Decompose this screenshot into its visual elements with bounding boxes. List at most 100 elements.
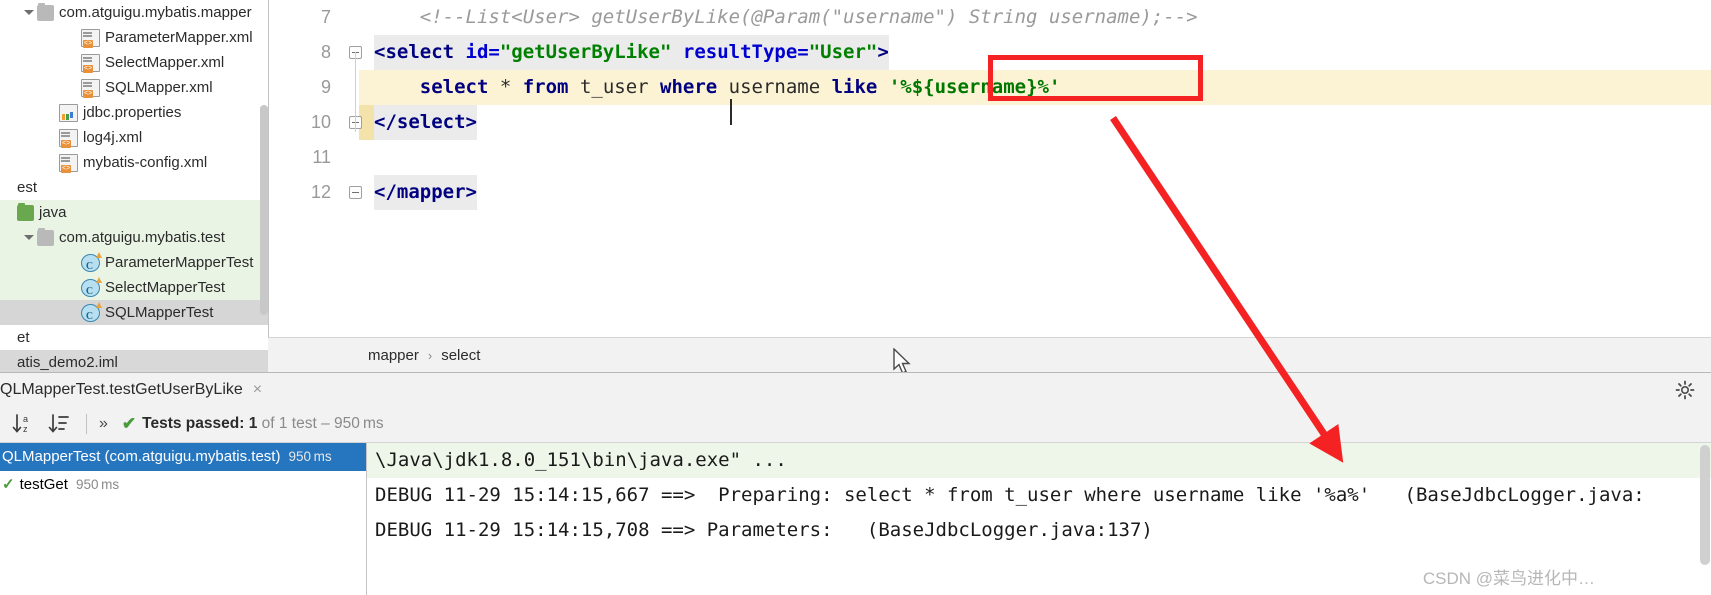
code-token: t_user	[579, 76, 661, 98]
tree-item-label: SQLMapper.xml	[105, 79, 213, 96]
svg-text:a: a	[23, 414, 28, 424]
tree-item-label: SQLMapperTest	[105, 304, 214, 321]
tree-item[interactable]: et	[0, 325, 268, 350]
code-token: select	[419, 76, 500, 98]
line-number: 11	[312, 147, 331, 167]
code-line[interactable]: 12 </mapper>	[269, 175, 1711, 210]
code-editor[interactable]: 7 <!--List<User> getUserByLike(@Param("u…	[268, 0, 1711, 337]
code-token: *	[499, 76, 523, 98]
cls-icon	[81, 276, 102, 304]
cls-icon	[81, 251, 102, 279]
line-number: 7	[320, 7, 331, 27]
tree-item-label: java	[39, 204, 67, 221]
console-line: \Java\jdk1.8.0_151\bin\java.exe" ...	[367, 443, 1711, 478]
breadcrumb-item-mapper[interactable]: mapper	[368, 347, 419, 364]
line-number: 12	[310, 182, 331, 202]
tree-item-label: ParameterMapperTest	[105, 254, 254, 271]
console-line: DEBUG 11-29 15:14:15,667 ==> Preparing: …	[375, 484, 1645, 506]
tree-item[interactable]: SQLMapperTest	[0, 300, 268, 329]
folder-green-icon	[17, 202, 34, 221]
xml-icon	[59, 153, 78, 173]
cls-icon	[81, 301, 102, 329]
svg-text:z: z	[23, 424, 28, 434]
code-text: select * from t_user where username like…	[374, 70, 1061, 105]
tree-item[interactable]: atis_demo2.iml	[0, 350, 268, 372]
console-scrollbar[interactable]	[1700, 445, 1710, 565]
folder-gray-icon	[37, 2, 54, 21]
tree-item[interactable]: jdbc.properties	[0, 100, 268, 125]
watermark: CSDN @菜鸟进化中…	[1422, 569, 1595, 588]
fold-track	[355, 52, 356, 132]
tree-item-label: com.atguigu.mybatis.mapper	[59, 4, 252, 21]
code-line[interactable]: 10 </select>	[269, 105, 1711, 140]
props-icon	[59, 103, 78, 122]
tree-item[interactable]: log4j.xml	[0, 125, 268, 150]
tree-item-label: log4j.xml	[83, 129, 143, 146]
tree-item-label: SelectMapperTest	[105, 279, 226, 296]
chevron-down-icon[interactable]	[22, 231, 35, 244]
project-tree[interactable]: com.atguigu.mybatis.mapper ParameterMappe…	[0, 0, 268, 372]
code-token: >	[877, 41, 889, 63]
tree-item-label: et	[17, 329, 30, 346]
xml-icon	[59, 128, 78, 148]
sort-by-duration-icon[interactable]	[46, 411, 72, 437]
xml-icon	[81, 28, 100, 48]
test-row-method[interactable]: ✓ testGet 950 ms	[0, 471, 366, 499]
code-line[interactable]: 11	[269, 140, 1711, 175]
breadcrumb[interactable]: mapper › select	[268, 337, 1711, 372]
expand-chevrons-icon[interactable]: »	[99, 415, 108, 433]
sort-alphabetical-icon[interactable]: a z	[10, 411, 36, 437]
tree-item-label: atis_demo2.iml	[17, 354, 118, 371]
tree-item[interactable]: com.atguigu.mybatis.mapper	[0, 0, 268, 25]
ide-window: com.atguigu.mybatis.mapper ParameterMappe…	[0, 0, 1711, 595]
code-token: </select>	[374, 111, 477, 133]
success-check-icon: ✔	[121, 414, 137, 433]
code-line[interactable]: 7 <!--List<User> getUserByLike(@Param("u…	[269, 0, 1711, 35]
chevron-down-icon[interactable]	[22, 6, 35, 19]
toolbar-divider	[86, 414, 87, 434]
code-line[interactable]: 9 select * from t_user where username li…	[269, 70, 1711, 105]
run-tab[interactable]: QLMapperTest.testGetUserByLike ×	[0, 373, 273, 409]
run-tab-label: QLMapperTest.testGetUserByLike	[0, 381, 243, 398]
test-row-suite[interactable]: QLMapperTest (com.atguigu.mybatis.test) …	[0, 443, 366, 471]
tree-item[interactable]: com.atguigu.mybatis.test	[0, 225, 268, 250]
close-icon[interactable]: ×	[253, 381, 262, 398]
tree-item[interactable]: ParameterMapperTest	[0, 250, 268, 279]
code-token: from	[522, 76, 580, 98]
tree-item-label: est	[17, 179, 38, 196]
tree-item[interactable]: est	[0, 175, 268, 200]
tree-item[interactable]: java	[0, 200, 268, 225]
tree-item[interactable]: ParameterMapper.xml	[0, 25, 268, 50]
code-text: <select id="getUserByLike" resultType="U…	[374, 35, 889, 70]
test-status-text: Tests passed: 1 of 1 test – 950 ms	[142, 415, 384, 433]
tree-item[interactable]: mybatis-config.xml	[0, 150, 268, 175]
breadcrumb-item-select[interactable]: select	[441, 347, 480, 364]
code-token: "User"	[808, 41, 878, 63]
line-number: 9	[320, 77, 331, 97]
test-results-tree[interactable]: QLMapperTest (com.atguigu.mybatis.test) …	[0, 443, 366, 595]
tree-item[interactable]: SQLMapper.xml	[0, 75, 268, 100]
tree-item[interactable]: SelectMapper.xml	[0, 50, 268, 75]
gear-icon[interactable]	[1675, 380, 1695, 400]
code-text: </mapper>	[374, 175, 477, 210]
code-token: id=	[465, 41, 500, 63]
project-tree-scrollbar[interactable]	[260, 105, 268, 315]
code-token: where	[660, 76, 729, 98]
run-tool-window: QLMapperTest.testGetUserByLike × a z » ✔…	[0, 372, 1711, 595]
code-fold-toggle-icon[interactable]	[349, 186, 362, 199]
line-number: 8	[320, 42, 331, 62]
tree-item[interactable]: SelectMapperTest	[0, 275, 268, 304]
code-line[interactable]: 8 <select id="getUserByLike" resultType="…	[269, 35, 1711, 70]
editor-area: com.atguigu.mybatis.mapper ParameterMappe…	[0, 0, 1711, 420]
